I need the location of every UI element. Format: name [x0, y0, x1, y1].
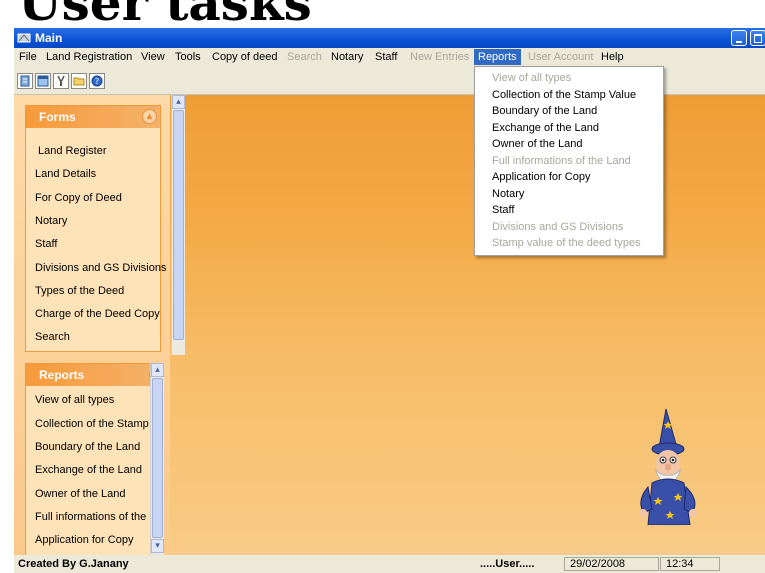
- dropdown-item-exchange[interactable]: Exchange of the Land: [492, 122, 599, 134]
- forms-item-land-register[interactable]: Land Register: [38, 145, 107, 157]
- forms-panel: Forms ▴ Land Register Land Details For C…: [25, 105, 166, 352]
- reports-dropdown-menu: View of all types Collection of the Stam…: [474, 66, 664, 256]
- menu-user-account[interactable]: User Account: [528, 51, 593, 63]
- dropdown-item-divisions[interactable]: Divisions and GS Divisions: [492, 221, 623, 233]
- window-titlebar[interactable]: Main: [14, 28, 765, 48]
- status-bar: Created By G.Janany .....User..... 29/02…: [14, 555, 765, 573]
- created-by-label: Created By G.Janany: [18, 558, 129, 570]
- reports-item-view-all-types[interactable]: View of all types: [35, 394, 114, 406]
- time-status: 12:34: [660, 557, 720, 571]
- forms-panel-header[interactable]: Forms ▴: [26, 106, 160, 128]
- forms-scrollbar[interactable]: ▴: [171, 95, 185, 355]
- scroll-up-icon[interactable]: ▴: [151, 363, 164, 377]
- chevron-up-icon[interactable]: ▴: [142, 109, 157, 124]
- minimize-button[interactable]: [731, 30, 747, 46]
- reports-panel-header[interactable]: Reports ▴: [26, 364, 164, 386]
- reports-item-boundary[interactable]: Boundary of the Land: [35, 441, 140, 453]
- app-icon: [17, 33, 31, 43]
- menu-file[interactable]: File: [19, 51, 37, 63]
- dropdown-item-stamp-deed-types[interactable]: Stamp value of the deed types: [492, 237, 641, 249]
- maximize-button[interactable]: [750, 30, 765, 46]
- forms-panel-title: Forms: [39, 110, 76, 124]
- menu-notary[interactable]: Notary: [331, 51, 363, 63]
- menu-search[interactable]: Search: [287, 51, 322, 63]
- menu-reports[interactable]: Reports: [474, 49, 521, 65]
- dropdown-item-staff[interactable]: Staff: [492, 204, 514, 216]
- reports-item-application-copy[interactable]: Application for Copy: [35, 534, 133, 546]
- forms-item-search[interactable]: Search: [35, 331, 70, 343]
- reports-item-full-info[interactable]: Full informations of the L: [35, 511, 155, 523]
- menu-help[interactable]: Help: [601, 51, 624, 63]
- slide-title: User tasks: [18, 0, 312, 32]
- forms-item-staff[interactable]: Staff: [35, 238, 57, 250]
- scroll-thumb[interactable]: [152, 378, 163, 538]
- reports-item-exchange[interactable]: Exchange of the Land: [35, 464, 142, 476]
- date-status: 29/02/2008: [564, 557, 659, 571]
- reports-panel: Reports ▴ View of all types Collection o…: [25, 363, 164, 555]
- forms-item-notary[interactable]: Notary: [35, 215, 67, 227]
- tool-icon[interactable]: [53, 73, 69, 89]
- menu-tools[interactable]: Tools: [175, 51, 201, 63]
- dropdown-item-notary[interactable]: Notary: [492, 188, 524, 200]
- forms-item-divisions[interactable]: Divisions and GS Divisions: [35, 262, 166, 274]
- scroll-thumb[interactable]: [173, 110, 184, 340]
- menu-land-registration[interactable]: Land Registration: [46, 51, 132, 63]
- reports-item-stamp-value[interactable]: Collection of the Stamp V: [35, 418, 159, 430]
- menu-staff[interactable]: Staff: [375, 51, 397, 63]
- scroll-up-icon[interactable]: ▴: [172, 95, 185, 109]
- menu-new-entries[interactable]: New Entries: [410, 51, 469, 63]
- forms-item-copy-of-deed[interactable]: For Copy of Deed: [35, 192, 122, 204]
- dropdown-item-boundary[interactable]: Boundary of the Land: [492, 105, 597, 117]
- document-icon[interactable]: [17, 73, 33, 89]
- menu-bar: File Land Registration View Tools Copy o…: [14, 48, 765, 67]
- scroll-down-icon[interactable]: ▾: [151, 539, 164, 553]
- forms-item-land-details[interactable]: Land Details: [35, 168, 96, 180]
- reports-scrollbar[interactable]: ▴ ▾: [150, 363, 164, 555]
- menu-copy-of-deed[interactable]: Copy of deed: [212, 51, 277, 63]
- forms-item-deed-copy-charge[interactable]: Charge of the Deed Copy: [35, 308, 160, 320]
- svg-text:?: ?: [95, 77, 99, 86]
- window-title: Main: [35, 31, 63, 45]
- folder-icon[interactable]: [71, 73, 87, 89]
- dropdown-item-stamp-value[interactable]: Collection of the Stamp Value: [492, 89, 636, 101]
- dropdown-item-application-copy[interactable]: Application for Copy: [492, 171, 590, 183]
- help-icon[interactable]: ?: [89, 73, 105, 89]
- dropdown-item-full-info[interactable]: Full informations of the Land: [492, 155, 631, 167]
- user-status: .....User.....: [480, 558, 535, 570]
- dropdown-item-owner[interactable]: Owner of the Land: [492, 138, 583, 150]
- menu-view[interactable]: View: [141, 51, 165, 63]
- reports-panel-title: Reports: [39, 368, 85, 382]
- dropdown-item-view-all-types[interactable]: View of all types: [492, 72, 571, 84]
- forms-item-deed-types[interactable]: Types of the Deed: [35, 285, 124, 297]
- reports-item-owner[interactable]: Owner of the Land: [35, 488, 126, 500]
- wizard-mascot-icon: [639, 408, 697, 525]
- window-icon[interactable]: [35, 73, 51, 89]
